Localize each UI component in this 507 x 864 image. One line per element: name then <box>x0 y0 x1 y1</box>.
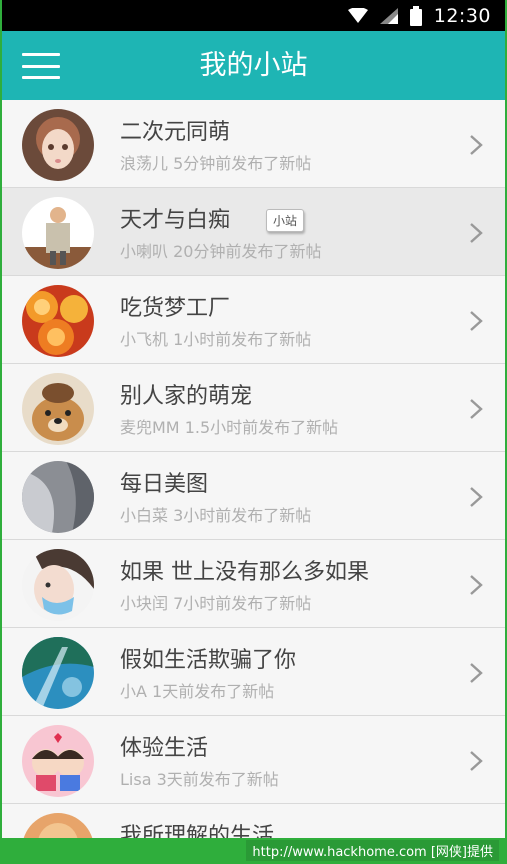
list-item-title: 别人家的萌宠 <box>120 384 253 409</box>
list-item-subtitle: 小飞机 1小时前发布了新帖 <box>120 330 312 349</box>
list-item[interactable]: 如果 世上没有那么多如果 小块闰 7小时前发布了新帖 <box>2 540 505 628</box>
list-item-title: 二次元同萌 <box>120 120 231 145</box>
list-item-subtitle: 小A 1天前发布了新帖 <box>120 682 275 701</box>
watermark-bar: http://www.hackhome.com [网侠]提供 <box>0 838 507 864</box>
avatar-cartoon-couple <box>22 725 94 797</box>
status-time: 12:30 <box>433 4 491 27</box>
app-bar: 我的小站 <box>2 31 505 100</box>
list-item[interactable]: 我所理解的生活 <box>2 804 505 838</box>
list-item-subtitle: 浪荡儿 5分钟前发布了新帖 <box>120 154 312 173</box>
avatar-dog <box>22 373 94 445</box>
list-item[interactable]: 二次元同萌 浪荡儿 5分钟前发布了新帖 <box>2 100 505 188</box>
wifi-icon <box>347 7 368 23</box>
list-item[interactable]: 天才与白痴 小站 小喇叭 20分钟前发布了新帖 <box>2 188 505 276</box>
list-item-title: 每日美图 <box>120 472 209 497</box>
list-item-subtitle: 麦兜MM 1.5小时前发布了新帖 <box>120 418 339 437</box>
avatar-orange-slices <box>22 285 94 357</box>
chevron-right-icon <box>470 135 483 155</box>
page-title: 我的小站 <box>199 50 308 81</box>
avatar-man-on-bench <box>22 197 94 269</box>
avatar-sky-glass <box>22 637 94 709</box>
chevron-right-icon <box>470 751 483 771</box>
list-item-subtitle: Lisa 3天前发布了新帖 <box>120 770 279 789</box>
list-item-subtitle: 小白菜 3小时前发布了新帖 <box>120 506 312 525</box>
chevron-right-icon <box>470 223 483 243</box>
list-item[interactable]: 假如生活欺骗了你 小A 1天前发布了新帖 <box>2 628 505 716</box>
list-item-title: 如果 世上没有那么多如果 <box>120 560 369 585</box>
list-item[interactable]: 别人家的萌宠 麦兜MM 1.5小时前发布了新帖 <box>2 364 505 452</box>
avatar-warm-photo <box>22 813 94 838</box>
list-item[interactable]: 体验生活 Lisa 3天前发布了新帖 <box>2 716 505 804</box>
list-item-title: 体验生活 <box>120 736 209 761</box>
list-item[interactable]: 吃货梦工厂 小飞机 1小时前发布了新帖 <box>2 276 505 364</box>
chevron-right-icon <box>470 663 483 683</box>
station-list: 二次元同萌 浪荡儿 5分钟前发布了新帖 天才与白痴 小站 小喇叭 20分钟前发布… <box>2 100 505 838</box>
list-item-subtitle: 小块闰 7小时前发布了新帖 <box>120 594 312 613</box>
station-tag-tooltip: 小站 <box>266 209 305 232</box>
avatar-anime-doll <box>22 109 94 181</box>
avatar-abstract-photo <box>22 461 94 533</box>
list-item-title: 我所理解的生活 <box>120 824 275 838</box>
phone-screen: 12:30 我的小站 二次元同萌 浪荡儿 5分钟前发布了新帖 天才与白痴 小站 … <box>2 0 505 838</box>
chevron-right-icon <box>470 575 483 595</box>
avatar-girl-mask <box>22 549 94 621</box>
signal-icon <box>379 7 398 24</box>
list-item[interactable]: 每日美图 小白菜 3小时前发布了新帖 <box>2 452 505 540</box>
chevron-right-icon <box>470 311 483 331</box>
status-bar: 12:30 <box>2 0 505 31</box>
chevron-right-icon <box>470 399 483 419</box>
chevron-right-icon <box>470 487 483 507</box>
list-item-title: 天才与白痴 <box>120 208 231 233</box>
battery-icon <box>409 5 422 26</box>
list-item-subtitle: 小喇叭 20分钟前发布了新帖 <box>120 242 322 261</box>
list-item-title: 假如生活欺骗了你 <box>120 648 297 673</box>
list-item-title: 吃货梦工厂 <box>120 296 231 321</box>
watermark-text: http://www.hackhome.com [网侠]提供 <box>246 840 499 861</box>
